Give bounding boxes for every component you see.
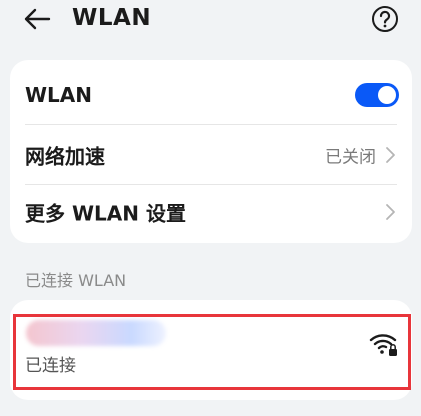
network-acceleration-row[interactable]: 网络加速 已关闭 — [10, 125, 412, 185]
page-title: WLAN — [72, 5, 152, 31]
back-button[interactable] — [20, 2, 54, 36]
settings-card: WLAN 网络加速 已关闭 更多 WLAN 设置 — [10, 60, 412, 243]
connected-network-card[interactable]: 已连接 — [10, 300, 412, 400]
wlan-settings-page: WLAN WLAN 网络加速 已关闭 更多 WLAN 设置 已连接 WLAN 已… — [0, 0, 421, 416]
wlan-toggle[interactable] — [355, 83, 399, 107]
connected-section-label: 已连接 WLAN — [25, 271, 127, 290]
chevron-right-icon — [386, 147, 395, 163]
back-arrow-icon — [24, 8, 51, 30]
network-acceleration-value: 已关闭 — [325, 147, 376, 168]
wlan-label: WLAN — [25, 83, 93, 107]
toggle-knob — [378, 86, 396, 104]
wlan-toggle-row[interactable]: WLAN — [10, 65, 412, 125]
help-icon — [372, 6, 398, 32]
help-button[interactable] — [369, 3, 401, 35]
wifi-lock-icon — [369, 334, 397, 356]
header-bar: WLAN — [0, 0, 421, 40]
network-acceleration-label: 网络加速 — [25, 144, 105, 169]
chevron-right-icon — [386, 204, 395, 220]
more-wlan-settings-row[interactable]: 更多 WLAN 设置 — [10, 182, 412, 242]
network-status: 已连接 — [25, 356, 76, 376]
more-wlan-settings-label: 更多 WLAN 设置 — [25, 201, 186, 226]
network-name-redacted — [26, 320, 166, 346]
